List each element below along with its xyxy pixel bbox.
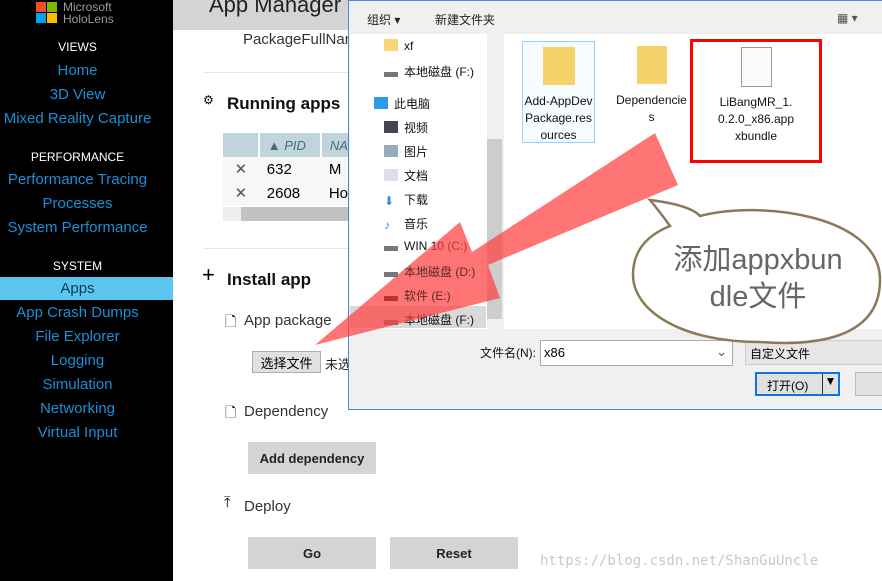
red-arrow <box>315 133 678 345</box>
drive-icon <box>384 272 398 277</box>
nav-drive-d[interactable]: 本地磁盘 (D:) <box>384 263 475 280</box>
drive-icon <box>384 296 398 301</box>
speech-bubble-text: 添加appxbundle文件 <box>673 244 843 313</box>
watermark: https://blog.csdn.net/ShanGuUncle <box>540 553 819 569</box>
nav-drive-e[interactable]: 软件 (E:) <box>384 287 451 304</box>
